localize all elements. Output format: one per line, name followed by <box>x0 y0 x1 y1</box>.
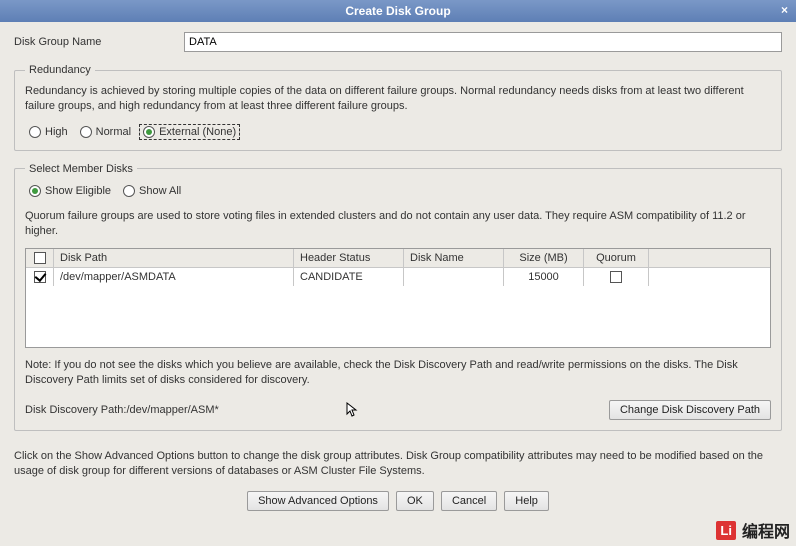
cell-header-status: CANDIDATE <box>294 268 404 286</box>
col-size[interactable]: Size (MB) <box>504 249 584 267</box>
disk-table: Disk Path Header Status Disk Name Size (… <box>25 248 771 348</box>
cancel-button[interactable]: Cancel <box>441 491 497 511</box>
row-quorum-checkbox[interactable] <box>610 271 622 283</box>
cell-size: 15000 <box>504 268 584 286</box>
redundancy-normal-label: Normal <box>96 126 131 138</box>
quorum-note: Quorum failure groups are used to store … <box>25 209 771 239</box>
col-disk-path[interactable]: Disk Path <box>54 249 294 267</box>
redundancy-external-radio[interactable]: External (None) <box>139 124 240 140</box>
cell-disk-name <box>404 268 504 286</box>
col-disk-name[interactable]: Disk Name <box>404 249 504 267</box>
col-header-status[interactable]: Header Status <box>294 249 404 267</box>
show-all-label: Show All <box>139 185 181 197</box>
redundancy-legend: Redundancy <box>25 64 95 76</box>
show-advanced-options-button[interactable]: Show Advanced Options <box>247 491 389 511</box>
disk-group-name-input[interactable] <box>184 32 782 52</box>
redundancy-description: Redundancy is achieved by storing multip… <box>25 84 771 114</box>
radio-icon <box>123 185 135 197</box>
discovery-note: Note: If you do not see the disks which … <box>25 358 771 388</box>
col-quorum[interactable]: Quorum <box>584 249 649 267</box>
show-all-radio[interactable]: Show All <box>119 183 185 199</box>
watermark-logo: Li <box>716 521 736 540</box>
show-eligible-radio[interactable]: Show Eligible <box>25 183 115 199</box>
redundancy-normal-radio[interactable]: Normal <box>76 124 135 140</box>
radio-icon <box>29 185 41 197</box>
ok-button[interactable]: OK <box>396 491 434 511</box>
radio-icon <box>80 126 92 138</box>
show-eligible-label: Show Eligible <box>45 185 111 197</box>
titlebar: Create Disk Group × <box>0 0 796 22</box>
cell-disk-path: /dev/mapper/ASMDATA <box>54 268 294 286</box>
disk-group-name-label: Disk Group Name <box>14 36 184 48</box>
discovery-path: Disk Discovery Path:/dev/mapper/ASM* <box>25 404 609 416</box>
redundancy-high-radio[interactable]: High <box>25 124 72 140</box>
discovery-path-value: /dev/mapper/ASM* <box>126 404 218 416</box>
radio-icon <box>29 126 41 138</box>
help-button[interactable]: Help <box>504 491 549 511</box>
discovery-path-label: Disk Discovery Path: <box>25 404 126 416</box>
change-discovery-path-button[interactable]: Change Disk Discovery Path <box>609 400 771 420</box>
advanced-options-note: Click on the Show Advanced Options butto… <box>0 449 796 487</box>
close-icon[interactable]: × <box>781 3 788 17</box>
row-checkbox[interactable] <box>34 271 46 283</box>
redundancy-group: Redundancy Redundancy is achieved by sto… <box>14 64 782 151</box>
select-all-checkbox[interactable] <box>34 252 46 264</box>
disk-table-header: Disk Path Header Status Disk Name Size (… <box>26 249 770 268</box>
redundancy-external-label: External (None) <box>159 126 236 138</box>
member-disks-legend: Select Member Disks <box>25 163 137 175</box>
radio-icon <box>143 126 155 138</box>
dialog-button-bar: Show Advanced Options OK Cancel Help <box>0 487 796 519</box>
redundancy-high-label: High <box>45 126 68 138</box>
watermark-text: 编程网 <box>742 518 790 542</box>
member-disks-group: Select Member Disks Show Eligible Show A… <box>14 163 782 431</box>
window-title: Create Disk Group <box>345 4 450 18</box>
disk-group-name-row: Disk Group Name <box>14 32 782 52</box>
watermark: Li 编程网 <box>716 518 790 542</box>
table-row[interactable]: /dev/mapper/ASMDATA CANDIDATE 15000 <box>26 268 770 286</box>
